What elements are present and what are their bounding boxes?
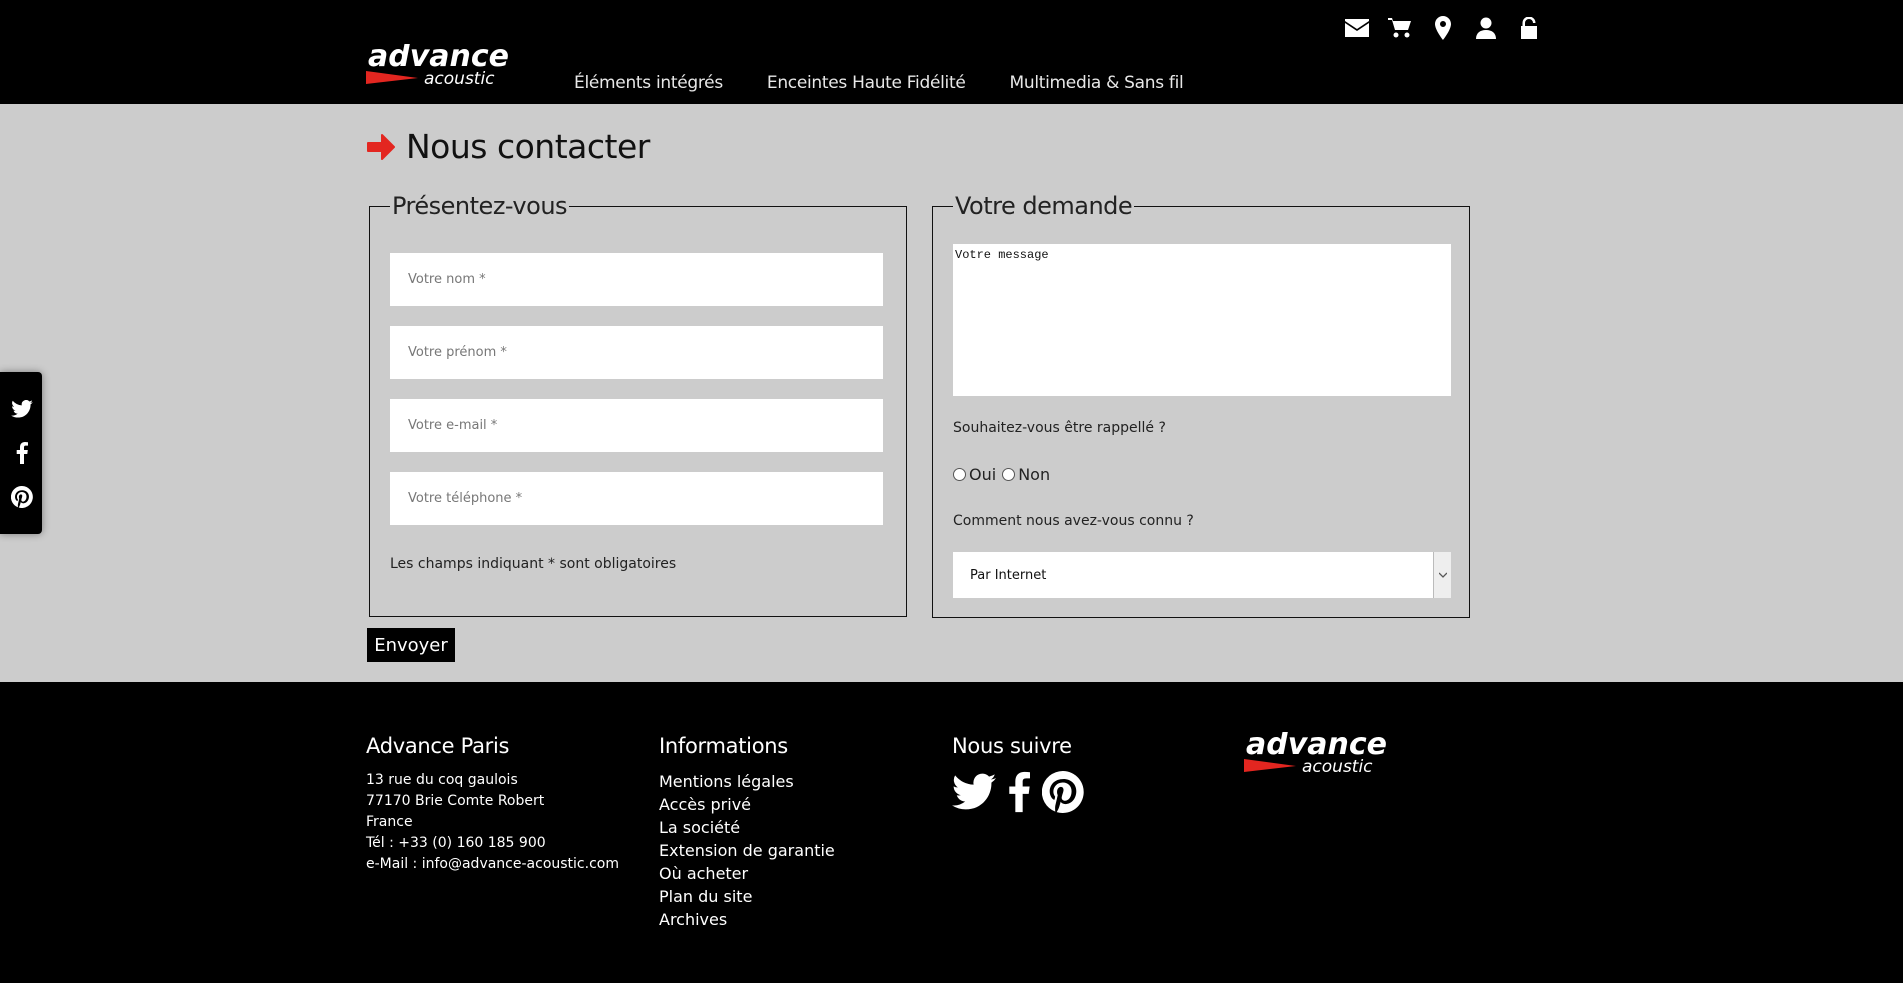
- callback-radio-group: Oui Non: [953, 465, 1056, 484]
- email-input[interactable]: [390, 399, 883, 452]
- footer-company-column: Advance Paris 13 rue du coq gaulois 7717…: [366, 734, 619, 875]
- source-question: Comment nous avez-vous connu ?: [953, 513, 1194, 529]
- firstname-input[interactable]: [390, 326, 883, 379]
- address-country: France: [366, 814, 413, 830]
- footer-follow-title: Nous suivre: [952, 734, 1072, 758]
- user-icon[interactable]: [1473, 16, 1499, 40]
- introduce-yourself-legend: Présentez-vous: [390, 191, 570, 221]
- address-street: 13 rue du coq gaulois: [366, 772, 518, 788]
- chevron-down-icon[interactable]: [1433, 552, 1451, 598]
- message-textarea[interactable]: [953, 244, 1451, 396]
- page-title: Nous contacter: [406, 127, 650, 166]
- brand-logo[interactable]: advance acoustic: [366, 44, 532, 88]
- callback-no-label[interactable]: Non: [1018, 465, 1050, 484]
- cart-icon[interactable]: [1387, 16, 1413, 40]
- twitter-icon[interactable]: [952, 773, 996, 811]
- footer-company-title: Advance Paris: [366, 734, 510, 758]
- footer-link-where-to-buy[interactable]: Où acheter: [659, 862, 835, 885]
- main-nav: Éléments intégrés Enceintes Haute Fidéli…: [574, 73, 1184, 93]
- required-fields-note: Les champs indiquant * sont obligatoires: [390, 556, 677, 572]
- unlock-icon[interactable]: [1516, 16, 1542, 40]
- footer-brand-logo[interactable]: advance acoustic: [1244, 727, 1410, 777]
- callback-yes-label[interactable]: Oui: [969, 465, 996, 484]
- footer-link-legal[interactable]: Mentions légales: [659, 770, 835, 793]
- submit-button[interactable]: Envoyer: [367, 628, 455, 662]
- page-title-block: Nous contacter: [366, 127, 650, 166]
- nav-item-elements-integres[interactable]: Éléments intégrés: [574, 73, 723, 93]
- footer-link-private-access[interactable]: Accès privé: [659, 793, 835, 816]
- pinterest-icon[interactable]: [1042, 771, 1084, 813]
- site-footer: Advance Paris 13 rue du coq gaulois 7717…: [0, 682, 1903, 983]
- source-select[interactable]: Par Internet: [953, 552, 1451, 598]
- envelope-icon[interactable]: [1344, 16, 1370, 40]
- footer-link-warranty[interactable]: Extension de garantie: [659, 839, 835, 862]
- footer-link-sitemap[interactable]: Plan du site: [659, 885, 835, 908]
- social-sidebar: [0, 372, 42, 534]
- name-input[interactable]: [390, 253, 883, 306]
- callback-yes-radio[interactable]: [953, 468, 966, 481]
- your-request-legend: Votre demande: [953, 191, 1135, 221]
- footer-social-icons: [952, 770, 1084, 814]
- map-marker-icon[interactable]: [1430, 16, 1456, 40]
- pinterest-icon[interactable]: [10, 485, 34, 509]
- callback-question: Souhaitez-vous être rappellé ?: [953, 420, 1166, 436]
- address-city: 77170 Brie Comte Robert: [366, 793, 545, 809]
- phone-input[interactable]: [390, 472, 883, 525]
- arrow-right-icon: [367, 133, 395, 160]
- footer-link-company[interactable]: La société: [659, 816, 835, 839]
- footer-info-title: Informations: [659, 734, 788, 758]
- footer-brand-logo-graphic: advance acoustic: [1244, 727, 1387, 777]
- svg-text:acoustic: acoustic: [1302, 757, 1373, 776]
- svg-text:acoustic: acoustic: [424, 69, 495, 88]
- address-email[interactable]: e-Mail : info@advance-acoustic.com: [366, 854, 619, 875]
- introduce-yourself-fieldset: Présentez-vous Les champs indiquant * so…: [369, 191, 907, 617]
- facebook-icon[interactable]: [10, 441, 34, 465]
- facebook-icon[interactable]: [1008, 770, 1030, 814]
- source-select-value: Par Internet: [970, 567, 1047, 583]
- header-icon-bar: [1344, 16, 1542, 40]
- nav-item-multimedia[interactable]: Multimedia & Sans fil: [1009, 73, 1183, 93]
- footer-info-column: Informations Mentions légales Accès priv…: [659, 734, 835, 931]
- brand-logo-graphic: advance acoustic: [366, 44, 509, 88]
- footer-follow-column: Nous suivre: [952, 734, 1084, 814]
- address-phone: Tél : +33 (0) 160 185 900: [366, 835, 546, 851]
- footer-link-archives[interactable]: Archives: [659, 908, 835, 931]
- your-request-fieldset: Votre demande Souhaitez-vous être rappel…: [932, 191, 1470, 618]
- nav-item-enceintes-hifi[interactable]: Enceintes Haute Fidélité: [767, 73, 966, 93]
- twitter-icon[interactable]: [10, 397, 34, 421]
- site-header: advance acoustic Éléments intégrés Encei…: [0, 0, 1903, 104]
- callback-no-radio[interactable]: [1002, 468, 1016, 481]
